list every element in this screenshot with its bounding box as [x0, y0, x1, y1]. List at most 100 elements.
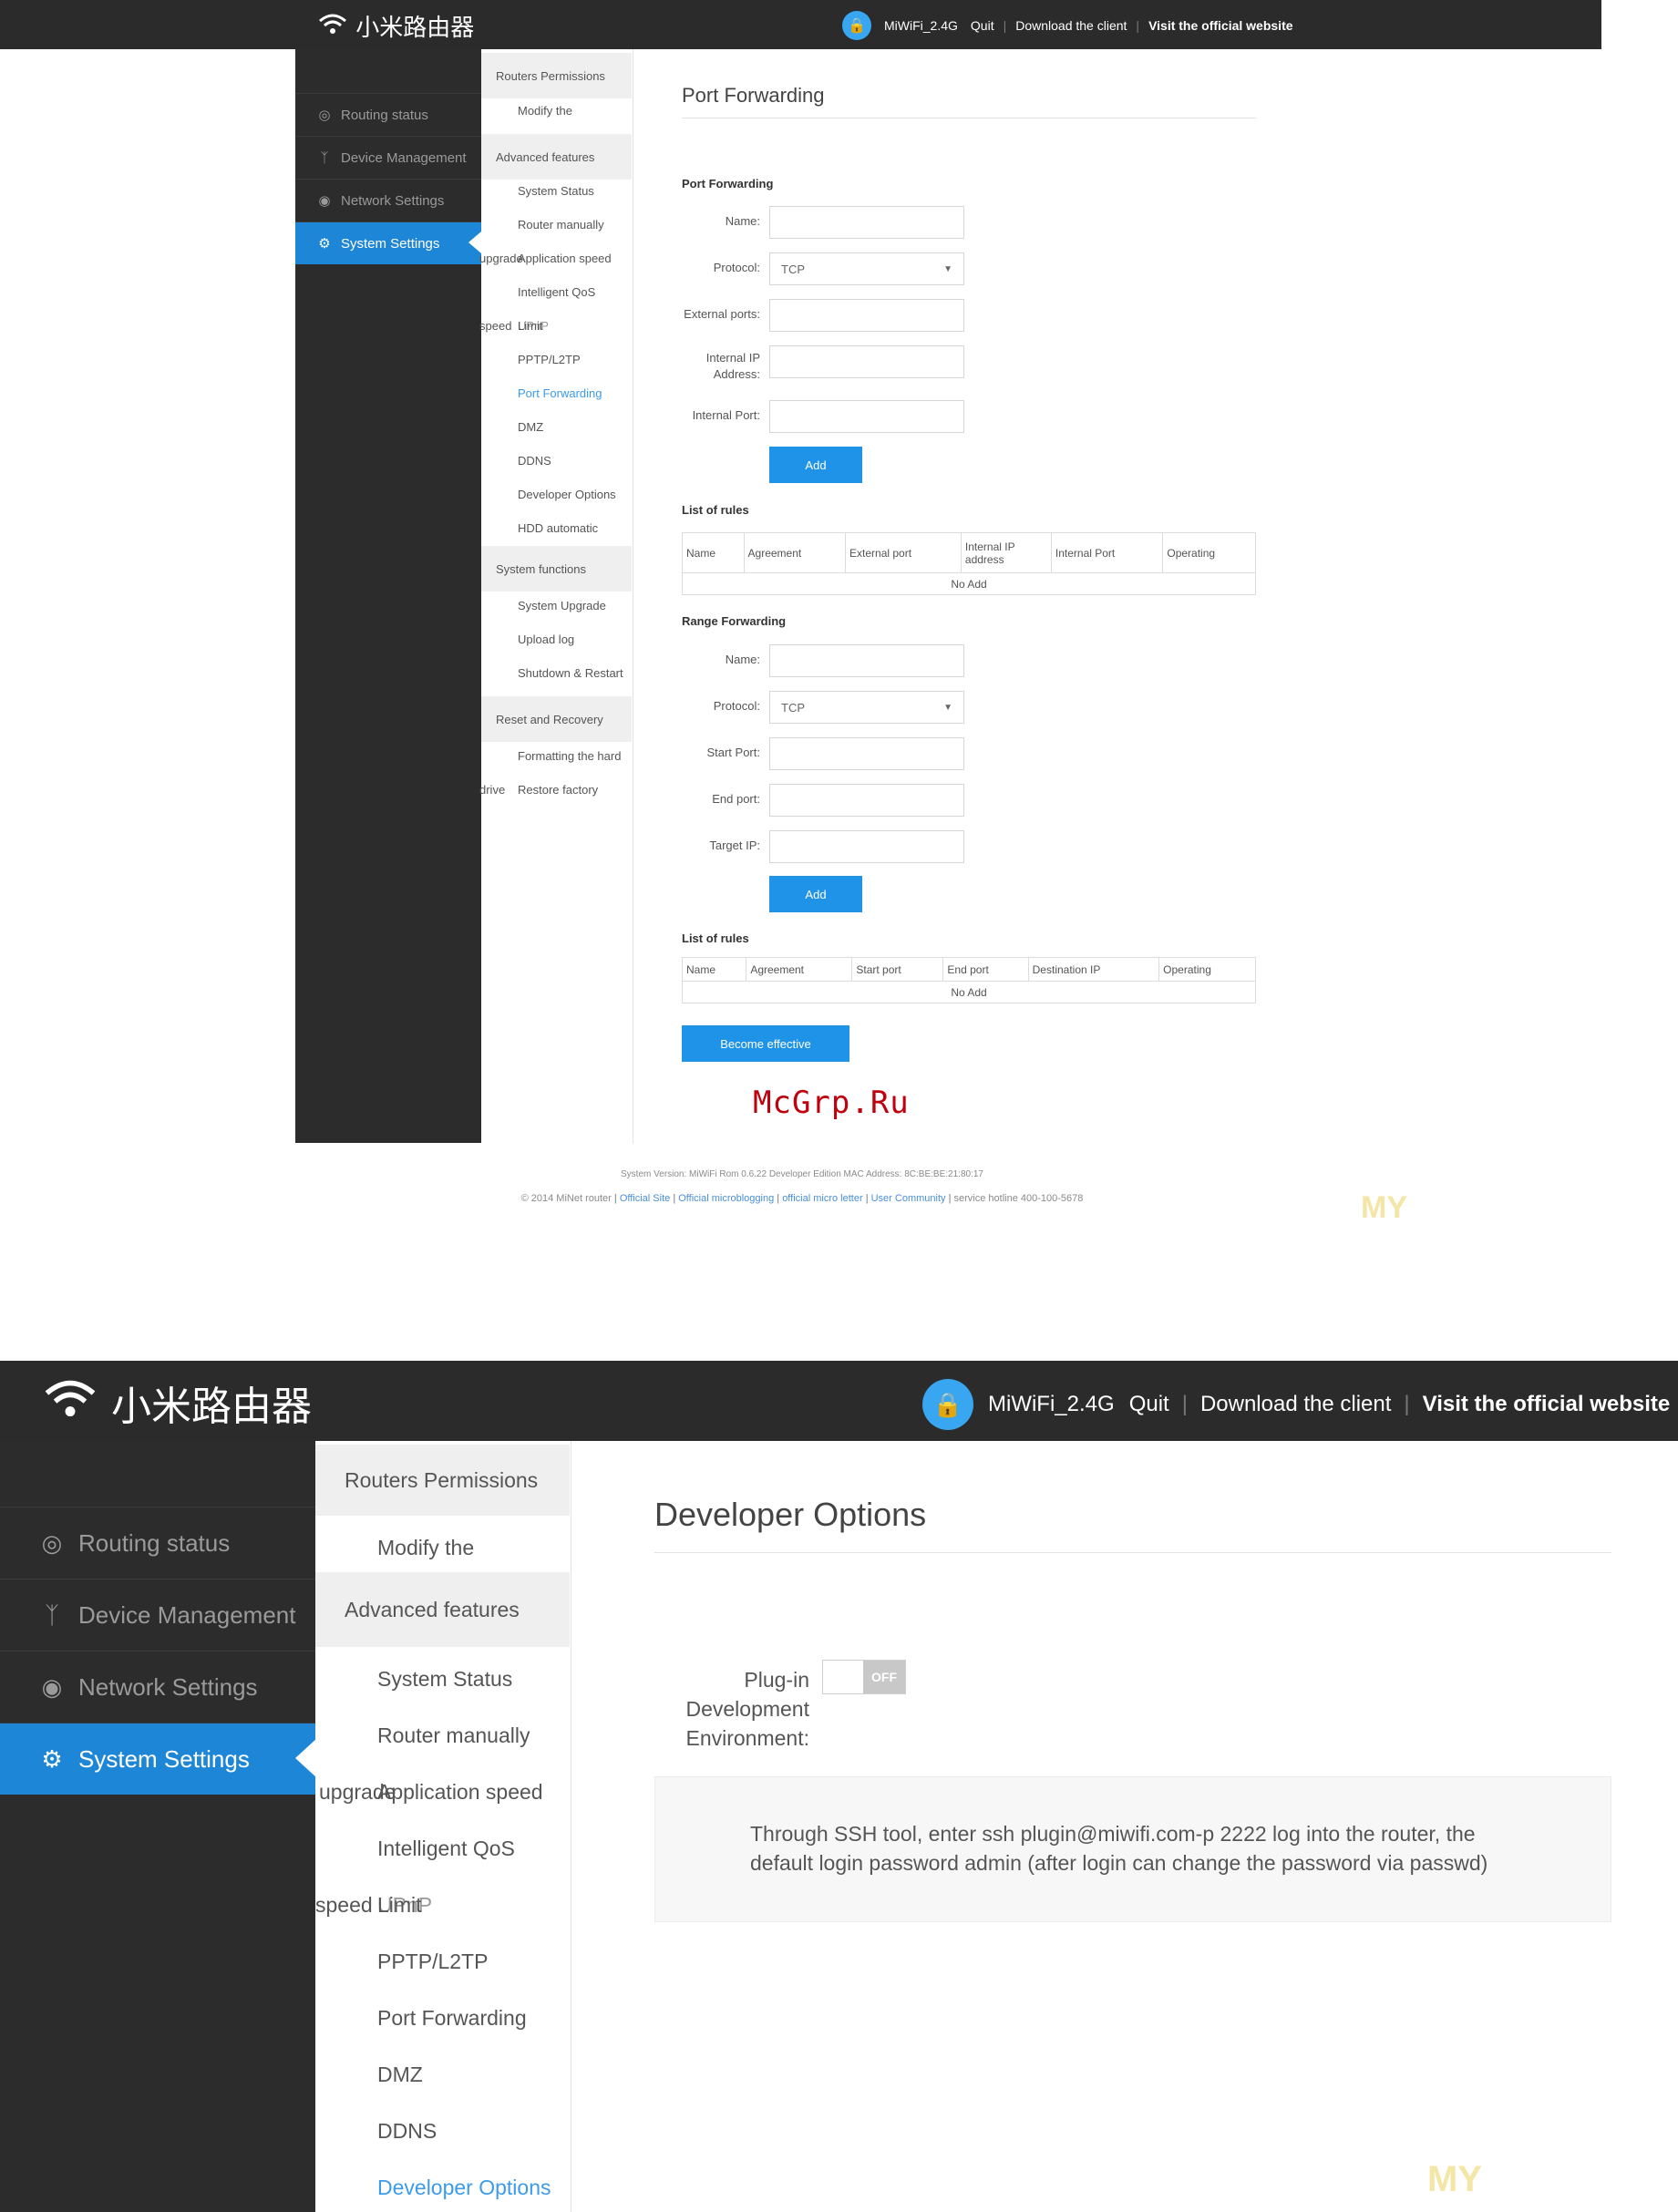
submenu-stray-speed: speed [479, 319, 512, 333]
submenu-item-restore-factory[interactable]: Restore factory [518, 783, 598, 797]
submenu-item-ddns[interactable]: DDNS [518, 454, 551, 468]
submenu-item-developer-options[interactable]: Developer Options [377, 2176, 551, 2200]
target-ip-input[interactable] [769, 830, 964, 863]
submenu-item-dmz[interactable]: DMZ [377, 2063, 423, 2087]
sidebar-item-routing-status[interactable]: ◎ Routing status [0, 1507, 315, 1579]
name-label: Name: [725, 214, 760, 228]
footer-hotline: service hotline 400-100-5678 [953, 1193, 1084, 1204]
submenu-item-application-speed[interactable]: Application speed [377, 1780, 543, 1805]
column-header: Agreement [746, 957, 853, 982]
empty-row-text: No Add [682, 981, 1256, 1003]
range-protocol-select[interactable]: TCP ▼ [769, 691, 964, 724]
ssh-info-text: Through SSH tool, enter ssh plugin@miwif… [750, 1822, 1488, 1875]
sidebar-item-device-management[interactable]: ᛉ Device Management [295, 136, 481, 179]
column-header: Internal IP address [960, 532, 1052, 573]
table-row: No Add [682, 572, 1256, 595]
submenu-item-intelligent-qos[interactable]: Intelligent QoS [518, 285, 595, 299]
download-client-link[interactable]: Download the client [1200, 1392, 1391, 1417]
footer-link-official-site[interactable]: Official Site [620, 1193, 670, 1204]
submenu-item-pptp[interactable]: PPTP/L2TP [518, 353, 581, 366]
submenu-item-upnp[interactable]: UPnP [518, 319, 549, 333]
submenu-item-router-manually[interactable]: Router manually [518, 218, 604, 231]
watermark-text: McGrp.Ru [753, 1085, 910, 1121]
submenu-item-dmz[interactable]: DMZ [518, 420, 543, 434]
submenu-item-system-status[interactable]: System Status [518, 184, 594, 198]
submenu-head-routers-permissions[interactable]: Routers Permissions [315, 1445, 570, 1516]
chevron-down-icon: ▼ [943, 702, 952, 713]
submenu-item-pptp[interactable]: PPTP/L2TP [377, 1950, 488, 1974]
sidebar-item-routing-status[interactable]: ◎ Routing status [295, 93, 481, 136]
submenu-item-ddns[interactable]: DDNS [377, 2119, 437, 2144]
separator: | [1136, 18, 1140, 33]
submenu-item-application-speed[interactable]: Application speed [518, 252, 612, 265]
range-add-button[interactable]: Add [769, 876, 862, 912]
submenu-head-advanced-features[interactable]: Advanced features [481, 134, 632, 180]
submenu-head-routers-permissions[interactable]: Routers Permissions [481, 53, 632, 98]
range-protocol-label: Protocol: [713, 699, 760, 713]
footer-link-micro-letter[interactable]: official micro letter [782, 1193, 862, 1204]
separator: | [1003, 18, 1007, 33]
official-site-link[interactable]: Visit the official website [1423, 1392, 1671, 1417]
routing-status-icon: ◎ [41, 1528, 63, 1557]
submenu-item-upnp[interactable]: UPnP [377, 1893, 432, 1918]
wifi-icon [42, 1376, 98, 1430]
submenu-head-advanced-features[interactable]: Advanced features [315, 1572, 570, 1647]
quit-link[interactable]: Quit [1129, 1392, 1169, 1417]
active-pointer [295, 1738, 317, 1778]
download-client-link[interactable]: Download the client [1015, 18, 1127, 33]
protocol-label: Protocol: [713, 261, 760, 274]
plugin-environment-toggle[interactable]: OFF [822, 1660, 906, 1694]
gear-icon: ⚙ [41, 1744, 63, 1773]
submenu-item-modify[interactable]: Modify the [377, 1536, 474, 1560]
plugin-environment-label: Plug-in Development Environment: [685, 1668, 809, 1750]
column-header: Operating [1158, 957, 1256, 982]
protocol-select[interactable]: TCP ▼ [769, 252, 964, 285]
submenu: Routers Permissions Modify the Advanced … [479, 49, 633, 1143]
internal-ip-input[interactable] [769, 345, 964, 378]
network-name: MiWiFi_2.4G [884, 18, 958, 33]
port-rules-table: Name Agreement External port Internal IP… [682, 532, 1256, 595]
brand-logo[interactable]: 小米路由器 [317, 9, 474, 43]
sidebar-item-system-settings[interactable]: ⚙ System Settings [295, 221, 481, 264]
quit-link[interactable]: Quit [971, 18, 994, 33]
sidebar-item-system-settings[interactable]: ⚙ System Settings [0, 1723, 315, 1795]
submenu-item-port-forwarding[interactable]: Port Forwarding [377, 2006, 527, 2031]
submenu-item-system-upgrade[interactable]: System Upgrade [518, 599, 606, 612]
table-row: No Add [682, 981, 1256, 1003]
add-button[interactable]: Add [769, 447, 862, 483]
submenu-item-developer-options[interactable]: Developer Options [518, 488, 616, 501]
submenu-item-port-forwarding[interactable]: Port Forwarding [518, 386, 602, 400]
range-name-input[interactable] [769, 644, 964, 677]
sidebar-item-network-settings[interactable]: ◉ Network Settings [0, 1651, 315, 1723]
sidebar-item-device-management[interactable]: ᛉ Device Management [0, 1579, 315, 1651]
sidebar-item-network-settings[interactable]: ◉ Network Settings [295, 179, 481, 221]
external-ports-label: External ports: [684, 307, 760, 321]
submenu-item-upload-log[interactable]: Upload log [518, 633, 574, 646]
submenu-item-formatting[interactable]: Formatting the hard [518, 749, 621, 763]
submenu-item-system-status[interactable]: System Status [377, 1667, 512, 1692]
column-header: End port [942, 957, 1029, 982]
start-port-input[interactable] [769, 737, 964, 770]
globe-icon: ◉ [318, 193, 331, 209]
submenu-head-reset-recovery[interactable]: Reset and Recovery [481, 696, 632, 742]
globe-icon: ◉ [41, 1672, 63, 1701]
footer-link-user-community[interactable]: User Community [871, 1193, 946, 1204]
page-title: Port Forwarding [682, 84, 825, 107]
become-effective-button[interactable]: Become effective [682, 1025, 849, 1062]
official-site-link[interactable]: Visit the official website [1148, 18, 1292, 33]
submenu-item-router-manually[interactable]: Router manually [377, 1723, 530, 1748]
faint-watermark: MY [1427, 2159, 1482, 2199]
footer-link-microblogging[interactable]: Official microblogging [678, 1193, 774, 1204]
end-port-input[interactable] [769, 784, 964, 817]
submenu-item-modify[interactable]: Modify the [518, 104, 572, 118]
submenu-item-shutdown-restart[interactable]: Shutdown & Restart [518, 666, 623, 680]
wifi-icon [317, 12, 348, 41]
name-input[interactable] [769, 206, 964, 239]
brand-logo[interactable]: 小米路由器 [42, 1373, 312, 1432]
submenu-item-intelligent-qos[interactable]: Intelligent QoS [377, 1836, 515, 1861]
submenu-item-hdd-automatic[interactable]: HDD automatic [518, 521, 598, 535]
internal-port-input[interactable] [769, 400, 964, 433]
submenu-head-system-functions[interactable]: System functions [481, 546, 632, 592]
sidebar-item-label: Routing status [341, 107, 428, 123]
external-ports-input[interactable] [769, 299, 964, 332]
